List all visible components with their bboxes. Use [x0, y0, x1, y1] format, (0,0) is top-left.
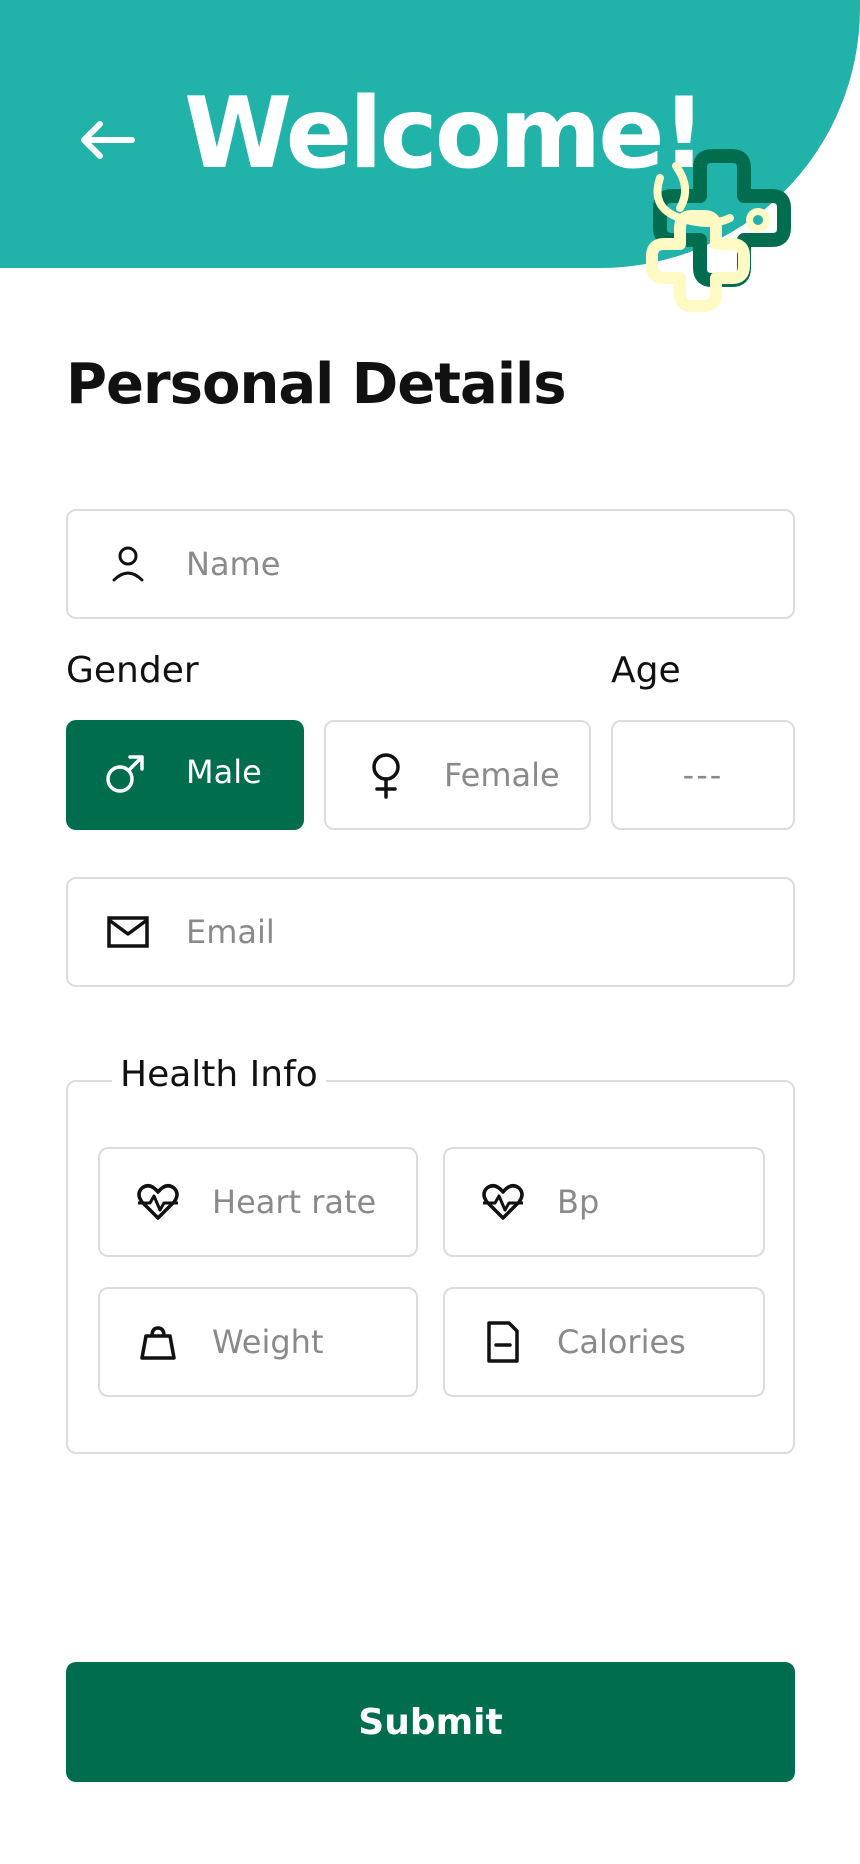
document-icon — [481, 1320, 525, 1364]
female-label: Female — [444, 756, 560, 794]
weight-placeholder: Weight — [212, 1323, 324, 1361]
male-label: Male — [186, 753, 262, 791]
age-field[interactable]: --- — [611, 720, 795, 830]
heart-rate-field[interactable]: Heart rate — [98, 1147, 418, 1257]
mail-icon — [106, 910, 150, 954]
gender-male-button[interactable]: Male — [66, 720, 304, 830]
back-arrow-icon — [81, 121, 135, 159]
user-icon — [106, 542, 150, 586]
submit-button[interactable]: Submit — [66, 1662, 795, 1782]
weight-field[interactable]: Weight — [98, 1287, 418, 1397]
name-field[interactable]: Name — [66, 509, 795, 619]
heart-pulse-icon — [136, 1180, 180, 1224]
email-field[interactable]: Email — [66, 877, 795, 987]
calories-placeholder: Calories — [557, 1323, 686, 1361]
health-info-group — [66, 1080, 795, 1454]
male-icon — [104, 753, 148, 797]
bp-field[interactable]: Bp — [443, 1147, 765, 1257]
age-placeholder: --- — [682, 756, 724, 794]
back-button[interactable] — [72, 104, 144, 176]
section-title: Personal Details — [66, 352, 567, 417]
email-placeholder: Email — [186, 913, 275, 951]
age-label: Age — [611, 650, 681, 691]
gender-label: Gender — [66, 650, 199, 691]
name-placeholder: Name — [186, 545, 281, 583]
gender-female-button[interactable]: Female — [324, 720, 591, 830]
bp-placeholder: Bp — [557, 1183, 600, 1221]
page-title: Welcome! — [184, 77, 706, 191]
health-info-legend: Health Info — [112, 1054, 326, 1095]
medical-logo-icon — [646, 149, 791, 312]
female-icon — [364, 753, 408, 799]
calories-field[interactable]: Calories — [443, 1287, 765, 1397]
weight-icon — [136, 1320, 180, 1364]
heart-pulse-icon — [481, 1180, 525, 1224]
heart-rate-placeholder: Heart rate — [212, 1183, 377, 1221]
